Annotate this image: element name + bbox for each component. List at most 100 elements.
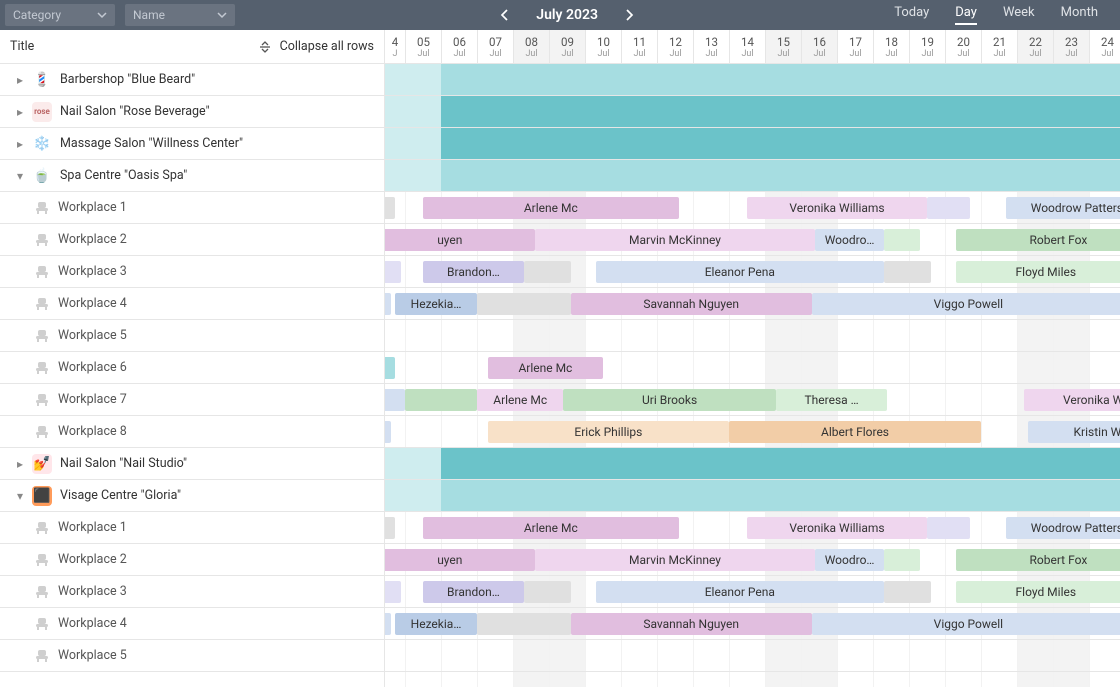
view-month[interactable]: Month [1061,5,1098,25]
timeline-body[interactable]: Arlene Mc Veronika Williams Woodrow Patter… [385,64,1120,687]
event-bar[interactable]: Savannah Nguyen [571,613,812,635]
event-bar[interactable] [884,229,920,251]
event-bar[interactable]: Viggo Powell [812,613,1120,635]
tree-workplace[interactable]: Workplace 1 [0,512,384,544]
tree-workplace[interactable]: Workplace 5 [0,640,384,672]
event-bar[interactable]: Erick Phillips [488,421,729,443]
tree-workplace[interactable]: Workplace 2 [0,544,384,576]
tree-workplace[interactable]: Workplace 4 [0,608,384,640]
event-bar[interactable] [927,197,970,219]
event-bar[interactable]: Savannah Nguyen [571,293,812,315]
tree-workplace[interactable]: Workplace 8 [0,416,384,448]
tree-group[interactable]: ▸ ❄️ Massage Salon "Willness Center" [0,128,384,160]
event-bar[interactable]: Viggo Powell [812,293,1120,315]
expand-toggle[interactable]: ▸ [12,73,28,87]
next-month-button[interactable] [624,9,634,21]
event-bar[interactable]: Arlene Mc [488,357,603,379]
event-bar[interactable] [477,293,571,315]
event-bar[interactable] [927,517,970,539]
event-bar[interactable]: Veronika Williams [1024,389,1120,411]
event-bar[interactable]: Arlene Mc [423,517,679,539]
event-bar[interactable]: uyen [385,549,535,571]
event-bar[interactable]: Marvin McKinney [535,229,816,251]
event-bar[interactable] [884,261,931,283]
tree-workplace[interactable]: Workplace 5 [0,320,384,352]
event-bar[interactable]: Brandon… [423,261,524,283]
event-bar[interactable] [385,517,395,539]
event-bar[interactable]: Hezekia… [395,613,477,635]
event-bar[interactable] [884,549,920,571]
event-bar[interactable]: Woodro… [815,229,883,251]
event-bar[interactable] [385,293,391,315]
tree-workplace[interactable]: Workplace 6 [0,352,384,384]
tree-group[interactable]: ▾ ⬛ Visage Centre "Gloria" [0,480,384,512]
today-button[interactable]: Today [894,5,929,25]
event-bar[interactable]: Theresa … [776,389,888,411]
event-bar[interactable]: Woodrow Patterson [1006,517,1120,539]
view-day[interactable]: Day [955,5,977,25]
category-filter[interactable]: Category [5,4,115,26]
expand-toggle[interactable]: ▾ [12,489,28,503]
tree-workplace[interactable]: Workplace 4 [0,288,384,320]
workplace-title: Workplace 2 [58,552,127,567]
view-week[interactable]: Week [1003,5,1035,25]
event-bar[interactable] [385,261,401,283]
event-bar[interactable]: uyen [385,229,535,251]
event-bar[interactable]: Veronika Williams [747,517,927,539]
event-bar[interactable] [385,421,391,443]
event-bar[interactable]: Robert Fox [956,229,1120,251]
event-bar[interactable]: Kristin Watson [1028,421,1120,443]
event-bar[interactable]: Hezekia… [395,293,477,315]
timeline-row: Brandon…Eleanor PenaFloyd MilesUsher H [385,576,1120,608]
collapse-all-button[interactable]: Collapse all rows [258,39,374,54]
event-bar[interactable]: Brandon… [423,581,524,603]
chevron-right-icon [624,9,634,21]
event-bar[interactable]: Floyd Miles [956,581,1120,603]
expand-toggle[interactable]: ▾ [12,169,28,183]
group-avatar: ⬛ [32,486,52,506]
event-bar[interactable]: Woodrow Patterson [1006,197,1120,219]
event-bar[interactable] [524,261,571,283]
event-bar[interactable] [524,581,571,603]
ruler-day: 23Jul [1053,30,1089,63]
event-bar[interactable]: Robert Fox [956,549,1120,571]
tree-workplace[interactable]: Workplace 7 [0,384,384,416]
tree-group[interactable]: ▸ 💈 Barbershop "Blue Beard" [0,64,384,96]
event-bar[interactable] [884,581,931,603]
timeline-row: Hezekia…Savannah NguyenViggo PowellKrist… [385,608,1120,640]
tree-group[interactable]: ▾ 🍵 Spa Centre "Oasis Spa" [0,160,384,192]
tree-group[interactable]: ▸ rose Nail Salon "Rose Beverage" [0,96,384,128]
event-bar[interactable]: Eleanor Pena [596,261,884,283]
event-bar[interactable]: Floyd Miles [956,261,1120,283]
event-bar[interactable] [385,581,401,603]
tree-group[interactable]: ▸ 💅 Nail Salon "Nail Studio" [0,448,384,480]
expand-toggle[interactable]: ▸ [12,457,28,471]
event-bar[interactable] [385,389,405,411]
tree-workplace[interactable]: Workplace 2 [0,224,384,256]
event-bar[interactable] [385,613,391,635]
prev-month-button[interactable] [500,9,510,21]
event-bar[interactable]: Marvin McKinney [535,549,816,571]
event-bar[interactable] [405,389,477,411]
event-bar[interactable] [477,613,571,635]
expand-toggle[interactable]: ▸ [12,105,28,119]
event-bar[interactable] [385,357,395,379]
workplace-title: Workplace 6 [58,360,127,375]
tree-workplace[interactable]: Workplace 3 [0,576,384,608]
event-bar[interactable]: Uri Brooks [563,389,775,411]
event-bar[interactable]: Eleanor Pena [596,581,884,603]
seat-icon [34,328,50,344]
event-bar[interactable]: Arlene Mc [477,389,563,411]
event-bar[interactable]: Albert Flores [729,421,981,443]
event-bar[interactable] [385,197,395,219]
event-bar[interactable]: Veronika Williams [747,197,927,219]
expand-toggle[interactable]: ▸ [12,137,28,151]
name-filter[interactable]: Name [125,4,235,26]
event-bar[interactable]: Woodro… [815,549,883,571]
tree-workplace[interactable]: Workplace 3 [0,256,384,288]
chevron-left-icon [500,9,510,21]
event-bar[interactable]: Arlene Mc [423,197,679,219]
ruler-day: 08Jul [513,30,549,63]
timeline-row: Brandon…Eleanor PenaFloyd MilesUsher H [385,256,1120,288]
tree-workplace[interactable]: Workplace 1 [0,192,384,224]
